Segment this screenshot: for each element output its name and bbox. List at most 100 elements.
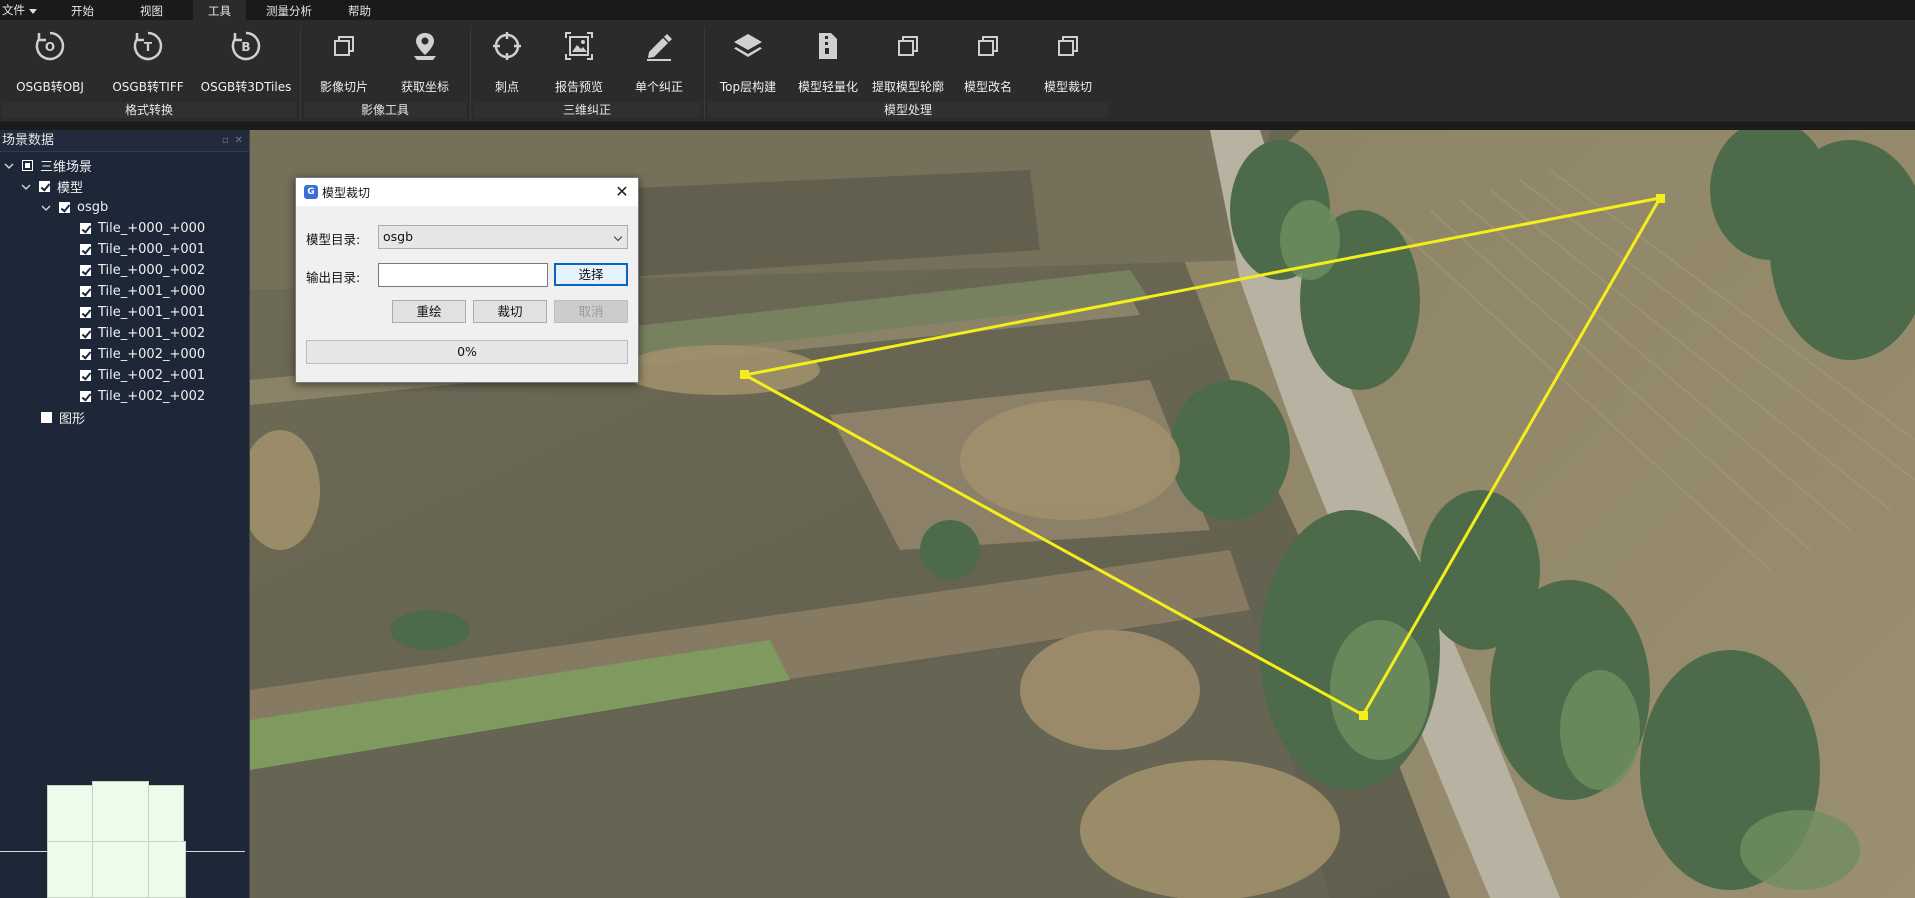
minimap-tile <box>92 781 149 842</box>
chevron-down-icon[interactable] <box>4 161 14 171</box>
tree-node-label: 图形 <box>59 412 86 427</box>
chevron-down-icon <box>29 8 37 14</box>
minimap-tile <box>47 785 93 842</box>
model-clip-button[interactable]: 模型裁切 <box>1020 28 1116 108</box>
menu-file[interactable]: 文件 <box>0 0 41 20</box>
model-dir-label: 模型目录: <box>306 232 361 247</box>
clip-vertex-handle[interactable] <box>1359 711 1368 720</box>
ribbon-toolbar: O OSGB转OBJ T OSGB转TIFF B OSGB转3DTiles 影像… <box>0 20 1915 122</box>
close-icon[interactable]: ✕ <box>612 182 632 202</box>
chevron-down-icon[interactable] <box>21 182 31 192</box>
panel-header-controls: ▫ ✕ <box>222 130 249 151</box>
tree-node-label: 模型 <box>57 181 84 196</box>
tree-node-label: Tile_+002_+001 <box>98 368 206 383</box>
app-window: 文件 开始 视图 工具 测量分析 帮助 O OSGB转OBJ T OSGB转TI… <box>0 0 1915 898</box>
dialog-title-bar[interactable]: G 模型裁切 <box>296 178 638 206</box>
tree-node-model[interactable]: 模型 <box>21 176 83 197</box>
chevron-down-icon[interactable] <box>41 203 51 213</box>
tree-node-tile[interactable]: Tile_+001_+002 <box>80 323 205 344</box>
tab-start[interactable]: 开始 <box>55 0 110 20</box>
tree-node-3d-scene[interactable]: 三维场景 <box>4 155 92 176</box>
osgb-to-3dtiles-label: OSGB转3DTiles <box>200 80 292 94</box>
tree-node-tile[interactable]: Tile_+002_+002 <box>80 386 205 407</box>
tree-checkbox[interactable] <box>80 328 91 339</box>
model-dir-select[interactable]: osgb <box>378 225 628 249</box>
cancel-button[interactable]: 取消 <box>554 300 628 323</box>
tree-node-label: Tile_+001_+001 <box>98 305 206 320</box>
tree-checkbox[interactable] <box>59 202 70 213</box>
tree-node-label: osgb <box>77 200 109 215</box>
osgb-to-tiff-button[interactable]: T OSGB转TIFF <box>100 28 196 108</box>
tree-node-graphics[interactable]: 图形 <box>41 407 85 428</box>
tree-node-label: Tile_+000_+000 <box>98 221 206 236</box>
close-icon[interactable]: ✕ <box>235 130 243 151</box>
model-clip-dialog: G 模型裁切 ✕ 模型目录: osgb 输出目录: 选择 重绘 裁切 取消 0% <box>295 177 639 383</box>
layers-icon <box>730 28 766 64</box>
select-button[interactable]: 选择 <box>554 263 628 286</box>
prick-point-label: 刺点 <box>494 80 519 94</box>
tree-node-tile[interactable]: Tile_+002_+001 <box>80 365 205 386</box>
map-pin-icon <box>407 28 443 64</box>
tree-node-label: Tile_+000_+001 <box>98 242 206 257</box>
tree-node-tile[interactable]: Tile_+000_+002 <box>80 260 205 281</box>
clip-vertex-handle[interactable] <box>740 370 749 379</box>
tree-checkbox[interactable] <box>80 349 91 360</box>
tab-tools[interactable]: 工具 <box>193 0 246 20</box>
model-rename-label: 模型改名 <box>963 80 1012 94</box>
group-label-format: 格式转换 <box>2 102 296 118</box>
copy-stack-icon <box>970 28 1006 64</box>
redraw-button[interactable]: 重绘 <box>392 300 466 323</box>
clip-polygon <box>740 195 1663 718</box>
crosshair-icon <box>489 28 525 64</box>
tree-checkbox[interactable] <box>39 181 50 192</box>
progress-text: 0% <box>457 344 477 359</box>
model-clip-label: 模型裁切 <box>1043 80 1092 94</box>
single-correction-button[interactable]: 单个纠正 <box>611 28 707 108</box>
tree-checkbox[interactable] <box>80 370 91 381</box>
clip-vertex-handle[interactable] <box>1656 194 1665 203</box>
tab-measure[interactable]: 测量分析 <box>250 0 328 20</box>
pencil-icon <box>641 28 677 64</box>
group-label-3d-correction: 三维纠正 <box>474 102 700 118</box>
tree-checkbox[interactable] <box>80 286 91 297</box>
osgb-to-tiff-label: OSGB转TIFF <box>112 80 184 94</box>
group-label-model-processing: 模型处理 <box>708 102 1108 118</box>
dialog-title: 模型裁切 <box>322 185 371 200</box>
tree-checkbox[interactable] <box>80 307 91 318</box>
tree-checkbox[interactable] <box>41 412 52 423</box>
tab-view[interactable]: 视图 <box>124 0 179 20</box>
tree-checkbox[interactable] <box>80 223 91 234</box>
clip-button[interactable]: 裁切 <box>473 300 547 323</box>
output-dir-input[interactable] <box>378 263 548 287</box>
osgb-to-obj-icon: O <box>32 28 68 64</box>
tree-node-osgb[interactable]: osgb <box>41 197 108 218</box>
svg-text:B: B <box>241 40 250 54</box>
extract-outline-label: 提取模型轮廓 <box>871 80 944 94</box>
app-logo-icon: G <box>304 185 318 199</box>
tree-node-tile[interactable]: Tile_+000_+001 <box>80 239 205 260</box>
zip-file-icon <box>810 28 846 64</box>
tab-help[interactable]: 帮助 <box>332 0 387 20</box>
copy-stack-icon <box>890 28 926 64</box>
tree-node-label: Tile_+000_+002 <box>98 263 206 278</box>
tree-checkbox[interactable] <box>22 160 33 171</box>
scene-data-panel: 场景数据 ▫ ✕ 三维场景 模型 osgb Tile_+000_+000 Til… <box>0 130 250 898</box>
tree-checkbox[interactable] <box>80 391 91 402</box>
tree-node-label: Tile_+002_+002 <box>98 389 206 404</box>
menu-file-label: 文件 <box>2 3 25 17</box>
tree-node-tile[interactable]: Tile_+001_+000 <box>80 281 205 302</box>
top-layer-build-label: Top层构建 <box>719 80 777 94</box>
get-coordinate-label: 获取坐标 <box>400 80 449 94</box>
osgb-to-obj-button[interactable]: O OSGB转OBJ <box>2 28 98 108</box>
copy-stack-icon <box>326 28 362 64</box>
tree-checkbox[interactable] <box>80 244 91 255</box>
tree-checkbox[interactable] <box>80 265 91 276</box>
tree-node-tile[interactable]: Tile_+002_+000 <box>80 344 205 365</box>
osgb-to-3dtiles-button[interactable]: B OSGB转3DTiles <box>198 28 294 108</box>
osgb-to-3dtiles-icon: B <box>228 28 264 64</box>
tree-node-tile[interactable]: Tile_+000_+000 <box>80 218 205 239</box>
tree-node-tile[interactable]: Tile_+001_+001 <box>80 302 205 323</box>
panel-header: 场景数据 ▫ ✕ <box>0 130 249 152</box>
report-preview-label: 报告预览 <box>554 80 603 94</box>
restore-icon[interactable]: ▫ <box>222 130 229 151</box>
